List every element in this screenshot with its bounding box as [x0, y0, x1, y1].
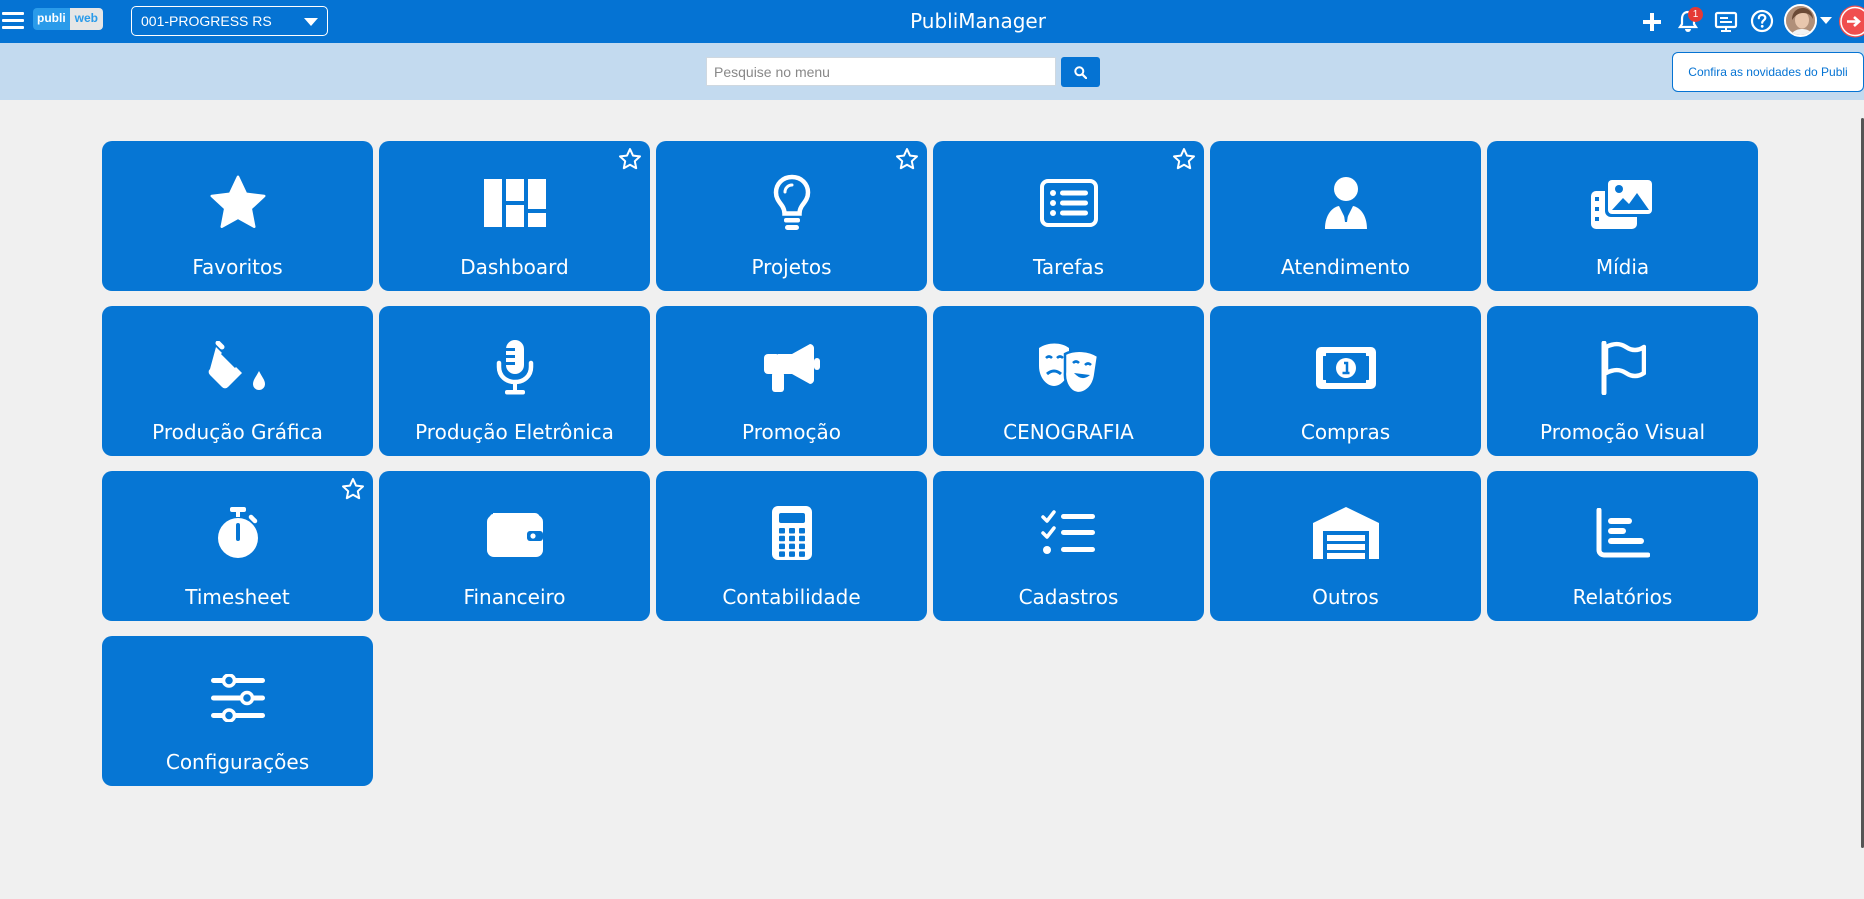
- plus-icon[interactable]: [1641, 11, 1663, 33]
- search-button[interactable]: [1061, 57, 1100, 87]
- company-select-value: 001-PROGRESS RS: [141, 13, 272, 29]
- module-tile-label: Promoção Visual: [1540, 420, 1705, 444]
- module-tile-relatorios[interactable]: Relatórios: [1487, 471, 1758, 621]
- module-tile-financeiro[interactable]: Financeiro: [379, 471, 650, 621]
- module-tile-label: Mídia: [1595, 255, 1650, 279]
- module-tile-configuracoes[interactable]: Configurações: [102, 636, 373, 786]
- flag-icon: [1589, 337, 1657, 399]
- module-tile-midia[interactable]: Mídia: [1487, 141, 1758, 291]
- favorite-star-icon[interactable]: [618, 147, 642, 171]
- bar-chart-icon: [1589, 502, 1657, 564]
- module-tile-projetos[interactable]: Projetos: [656, 141, 927, 291]
- microphone-icon: [481, 337, 549, 399]
- lightbulb-icon: [758, 172, 826, 234]
- wallet-icon: [481, 502, 549, 564]
- module-tile-label: Relatórios: [1572, 585, 1673, 609]
- module-tile-label: Configurações: [165, 750, 310, 774]
- photo-film-icon: [1589, 172, 1657, 234]
- theater-masks-icon: [1035, 337, 1103, 399]
- module-tile-label: Promoção: [742, 420, 841, 444]
- module-tile-dashboard[interactable]: Dashboard: [379, 141, 650, 291]
- list-check-icon: [1035, 502, 1103, 564]
- module-tile-label: CENOGRAFIA: [1003, 420, 1134, 444]
- module-tile-label: Outros: [1312, 585, 1379, 609]
- sliders-icon: [204, 667, 272, 729]
- dashboard-grid-icon: [481, 172, 549, 234]
- company-select[interactable]: 001-PROGRESS RS: [131, 6, 328, 36]
- money-bill-icon: [1312, 337, 1380, 399]
- logo-part-2: web: [69, 8, 104, 30]
- module-tile-label: Dashboard: [460, 255, 569, 279]
- module-tile-outros[interactable]: Outros: [1210, 471, 1481, 621]
- star-icon: [204, 172, 272, 234]
- paint-bucket-icon: [204, 337, 272, 399]
- notification-badge: 1: [1688, 7, 1703, 22]
- user-tie-icon: [1312, 172, 1380, 234]
- module-tile-compras[interactable]: Compras: [1210, 306, 1481, 456]
- list-card-icon: [1035, 172, 1103, 234]
- module-tile-contabilidade[interactable]: Contabilidade: [656, 471, 927, 621]
- module-tile-label: Produção Gráfica: [152, 420, 323, 444]
- presentation-icon[interactable]: [1714, 10, 1738, 34]
- search-icon: [1074, 66, 1087, 79]
- stopwatch-icon: [204, 502, 272, 564]
- avatar-image: [1786, 6, 1815, 35]
- caret-down-icon: [304, 18, 318, 26]
- avatar[interactable]: [1784, 4, 1817, 37]
- module-tile-tarefas[interactable]: Tarefas: [933, 141, 1204, 291]
- module-tile-label: Atendimento: [1281, 255, 1410, 279]
- notifications-bell[interactable]: 1: [1676, 7, 1703, 34]
- module-tile-label: Contabilidade: [722, 585, 861, 609]
- module-tile-label: Tarefas: [1033, 255, 1104, 279]
- module-tile-producao-eletronica[interactable]: Produção Eletrônica: [379, 306, 650, 456]
- hamburger-menu-icon[interactable]: [2, 10, 24, 32]
- favorite-star-icon[interactable]: [895, 147, 919, 171]
- module-tile-cadastros[interactable]: Cadastros: [933, 471, 1204, 621]
- favorite-star-icon[interactable]: [1172, 147, 1196, 171]
- module-tile-label: Compras: [1300, 420, 1391, 444]
- help-icon[interactable]: [1750, 9, 1774, 33]
- logo-part-1: publi: [33, 8, 70, 30]
- module-tile-label: Favoritos: [192, 255, 283, 279]
- module-tile-timesheet[interactable]: Timesheet: [102, 471, 373, 621]
- warehouse-icon: [1312, 502, 1380, 564]
- module-tile-atendimento[interactable]: Atendimento: [1210, 141, 1481, 291]
- module-tile-label: Projetos: [751, 255, 832, 279]
- megaphone-icon: [758, 337, 826, 399]
- menu-search-input[interactable]: [706, 57, 1056, 86]
- module-tile-label: Produção Eletrônica: [415, 420, 614, 444]
- module-tile-producao-grafica[interactable]: Produção Gráfica: [102, 306, 373, 456]
- module-tile-label: Timesheet: [185, 585, 290, 609]
- module-tile-label: Cadastros: [1018, 585, 1119, 609]
- search-bar: Confira as novidades do Publi: [0, 43, 1864, 100]
- app-title: PubliManager: [910, 9, 1046, 33]
- module-tile-promocao[interactable]: Promoção: [656, 306, 927, 456]
- publiweb-logo[interactable]: publi web: [33, 8, 104, 30]
- logout-icon[interactable]: [1838, 5, 1864, 38]
- scrollbar[interactable]: [1858, 100, 1864, 899]
- favorite-star-icon[interactable]: [341, 477, 365, 501]
- module-tile-favoritos[interactable]: Favoritos: [102, 141, 373, 291]
- top-bar: publi web 001-PROGRESS RS PubliManager 1: [0, 0, 1864, 43]
- chevron-down-icon[interactable]: [1819, 15, 1833, 27]
- module-tile-promocao-visual[interactable]: Promoção Visual: [1487, 306, 1758, 456]
- module-tile-cenografia[interactable]: CENOGRAFIA: [933, 306, 1204, 456]
- calculator-icon: [758, 502, 826, 564]
- news-button[interactable]: Confira as novidades do Publi: [1672, 52, 1864, 92]
- module-tile-label: Financeiro: [463, 585, 566, 609]
